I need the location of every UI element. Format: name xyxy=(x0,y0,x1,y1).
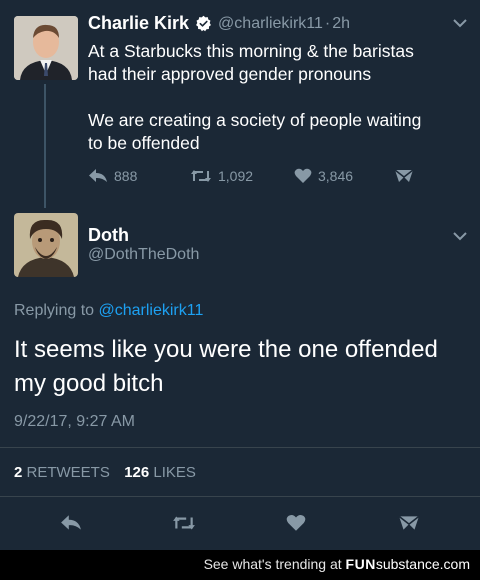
direct-message-icon xyxy=(398,514,420,532)
tweet1-display-name[interactable]: Charlie Kirk xyxy=(88,13,189,34)
watermark-footer: See what's trending at FUNsubstance.com xyxy=(0,550,480,580)
tweet2-like-button[interactable] xyxy=(286,514,306,537)
direct-message-icon xyxy=(394,168,414,184)
tweet1-separator: · xyxy=(324,14,331,32)
tweet1-like-button[interactable]: 3,846 xyxy=(294,168,394,184)
replying-to: Replying to @charliekirk11 xyxy=(14,302,203,320)
tweet2-handle[interactable]: @DothTheDoth xyxy=(88,246,199,264)
reply-icon xyxy=(60,514,82,532)
watermark-brand-prefix: FUN xyxy=(345,556,376,572)
retweets-value: 2 xyxy=(14,464,23,481)
divider xyxy=(0,447,480,448)
replying-to-mention-link[interactable]: @charliekirk11 xyxy=(99,302,204,319)
tweet1-line: We are creating a society of people wait… xyxy=(88,110,422,130)
tweet2-display-name[interactable]: Doth xyxy=(88,225,129,246)
tweet1-retweet-button[interactable]: 1,092 xyxy=(190,168,294,184)
tweet1-handle[interactable]: @charliekirk11 xyxy=(218,15,323,33)
tweet2-text: It seems like you were the one offended … xyxy=(14,333,474,401)
tweet2-reply-button[interactable] xyxy=(60,514,82,537)
tweet2-line: my good bitch xyxy=(14,370,164,397)
tweet1-age[interactable]: 2h xyxy=(332,15,350,33)
tweet2-stats: 2 RETWEETS 126 LIKES xyxy=(14,464,196,481)
tweet1-reply-button[interactable]: 888 xyxy=(88,168,190,184)
thread-connector-line xyxy=(44,84,46,208)
watermark-brand-suffix: substance.com xyxy=(375,556,470,572)
tweet1-line: to be offended xyxy=(88,133,200,153)
reply-count: 888 xyxy=(114,168,138,184)
heart-icon xyxy=(286,514,306,532)
likes-label: LIKES xyxy=(153,464,196,481)
tweet1-text: At a Starbucks this morning & the barist… xyxy=(88,40,473,155)
tweet2-timestamp[interactable]: 9/22/17, 9:27 AM xyxy=(14,413,135,431)
tweet1-dm-button[interactable] xyxy=(394,168,414,184)
tweet2-line: It seems like you were the one offended xyxy=(14,336,438,363)
replying-to-label: Replying to xyxy=(14,302,95,319)
like-count: 3,846 xyxy=(318,168,354,184)
tweet1-actions: 888 1,092 3,846 xyxy=(88,168,414,184)
tweet1-more-chevron-down-icon[interactable] xyxy=(452,16,468,34)
watermark-text: See what's trending at FUNsubstance.com xyxy=(204,556,470,572)
likes-stat[interactable]: 126 LIKES xyxy=(124,464,196,481)
charlie-kirk-avatar[interactable] xyxy=(14,16,78,80)
tweet1-line: At a Starbucks this morning & the barist… xyxy=(88,41,414,61)
tweet2-more-chevron-down-icon[interactable] xyxy=(452,229,468,247)
tweet1-line: had their approved gender pronouns xyxy=(88,64,372,84)
retweet-count: 1,092 xyxy=(218,168,254,184)
reply-icon xyxy=(88,168,108,184)
tweet2-retweet-button[interactable] xyxy=(172,514,196,537)
retweets-stat[interactable]: 2 RETWEETS xyxy=(14,464,110,481)
retweets-label: RETWEETS xyxy=(26,464,110,481)
retweet-icon xyxy=(190,168,212,184)
watermark-caption: See what's trending at xyxy=(203,556,342,572)
tweet1-header: Charlie Kirk @charliekirk11 · 2h xyxy=(88,13,350,34)
verified-badge-icon xyxy=(195,15,212,32)
retweet-icon xyxy=(172,514,196,532)
divider xyxy=(0,496,480,497)
likes-value: 126 xyxy=(124,464,150,481)
doth-avatar[interactable] xyxy=(14,213,78,277)
tweet2-dm-button[interactable] xyxy=(398,514,420,537)
heart-icon xyxy=(294,168,312,184)
